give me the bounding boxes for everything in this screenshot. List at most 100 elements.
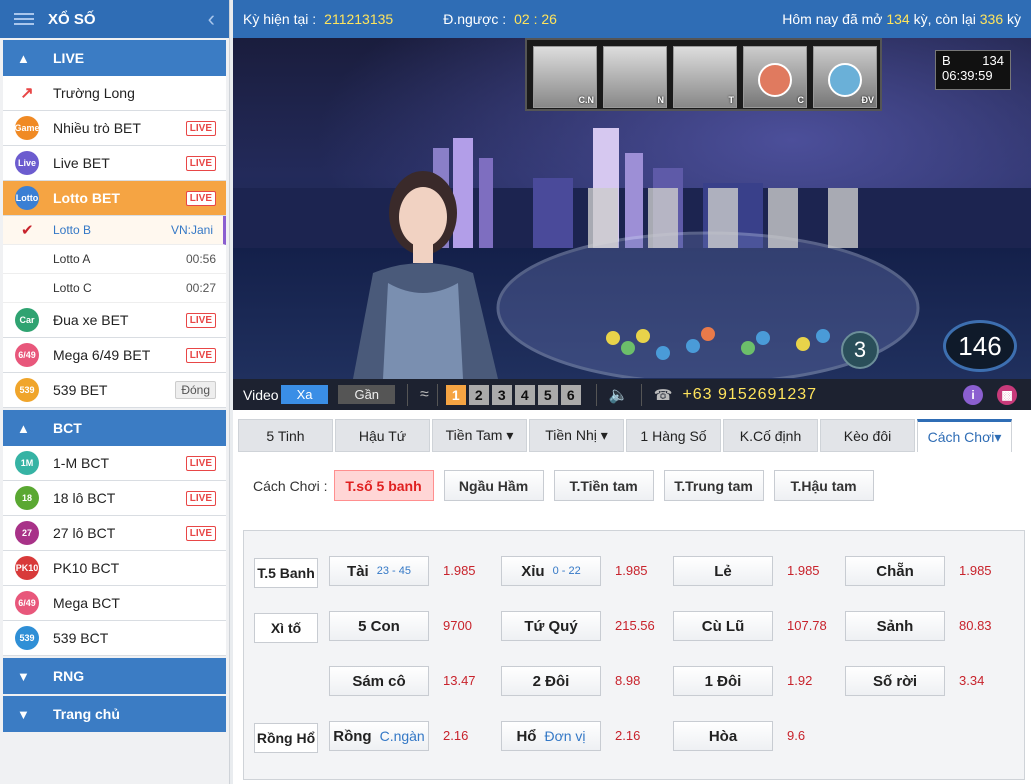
bet-range: 0 - 22 (552, 565, 581, 577)
sub-item-lotto-c[interactable]: Lotto C 00:27 (3, 274, 226, 303)
game-logo-icon: 6/49 (15, 343, 39, 367)
section-live[interactable]: ▲ LIVE (3, 40, 226, 76)
sidebar-item-1-m-bct[interactable]: 1M 1-M BCT LIVE (3, 446, 226, 481)
tab-3[interactable]: Tiền Nhị ▾ (529, 419, 624, 452)
bet-option-button[interactable]: Hòa (673, 721, 773, 751)
tube-label: C (797, 95, 805, 105)
bet-row-label[interactable]: Rồng Hổ (254, 723, 318, 753)
bet-row-label[interactable]: Xì tố (254, 613, 318, 643)
bet-option-button[interactable]: Tài 23 - 45 (329, 556, 429, 586)
bet-name: Cù Lũ (701, 617, 745, 635)
section-rng[interactable]: ▼ RNG (3, 658, 226, 694)
hamburger-menu-icon[interactable] (14, 13, 34, 25)
camera-4-button[interactable]: 4 (514, 384, 535, 405)
speaker-icon[interactable]: 🔈 (609, 385, 629, 405)
sidebar-item-tr-ng-long[interactable]: ↗ Trường Long (3, 76, 226, 111)
bet-odds: 9.6 (787, 728, 806, 743)
sidebar-item-27-l-bct[interactable]: 27 27 lô BCT LIVE (3, 516, 226, 551)
play-mode-button[interactable]: T.Hậu tam (773, 470, 874, 501)
stats-chart-icon[interactable]: ▩ (997, 384, 1017, 405)
sidebar-item-18-l-bct[interactable]: 18 18 lô BCT LIVE (3, 481, 226, 516)
bet-option-button[interactable]: Tứ Quý (501, 611, 601, 641)
play-mode-button[interactable]: T.số 5 banh (333, 470, 434, 501)
tab-4[interactable]: 1 Hàng Số (626, 419, 721, 452)
sidebar-item--ua-xe-bet[interactable]: Car Đua xe BET LIVE (3, 303, 226, 338)
view-far-button[interactable]: Xa (280, 385, 329, 404)
sidebar-item-lotto-bet[interactable]: Lotto Lotto BET LIVE (3, 181, 226, 216)
bet-odds: 9700 (443, 618, 472, 633)
tab-0[interactable]: 5 Tinh (238, 419, 333, 452)
game-logo-icon: 1M (15, 451, 39, 475)
sidebar-item-mega-6-49-bet[interactable]: 6/49 Mega 6/49 BET LIVE (3, 338, 226, 373)
bet-range: Đơn vị (544, 728, 586, 744)
closed-badge: Đóng (175, 381, 216, 399)
section-home[interactable]: ▼ Trang chủ (3, 696, 226, 732)
tube-label: C.N (578, 95, 595, 105)
bet-option-button[interactable]: Hổ Đơn vị (501, 721, 601, 751)
opened-count: 134 (886, 11, 910, 27)
tab-5[interactable]: K.Cố định (723, 419, 818, 452)
bet-option-button[interactable]: 5 Con (329, 611, 429, 641)
bet-option-button[interactable]: 2 Đôi (501, 666, 601, 696)
live-badge: LIVE (185, 155, 216, 171)
sidebar-item-nhi-u-tr-bet[interactable]: Game Nhiều trò BET LIVE (3, 111, 226, 146)
bet-option-button[interactable]: Xỉu 0 - 22 (501, 556, 601, 586)
sidebar-item-mega-bct[interactable]: 6/49 Mega BCT (3, 586, 226, 621)
tab-2[interactable]: Tiền Tam ▾ (432, 419, 527, 452)
collapse-chevron-icon[interactable]: ‹ (208, 6, 215, 32)
bet-odds: 1.985 (787, 563, 820, 578)
sub-item-lotto-b[interactable]: ✔ Lotto B VN:Jani (3, 216, 226, 245)
camera-1-button[interactable]: 1 (445, 384, 466, 405)
bet-name: Tứ Quý (524, 617, 578, 635)
draw-info-bar: Kỳ hiện tại : 211213135 Đ.ngược : 02 : 2… (233, 0, 1031, 38)
bet-name: Sám cô (352, 672, 406, 690)
bet-option-button[interactable]: Sảnh (845, 611, 945, 641)
sidebar-item-539-bet[interactable]: 539 539 BET Đóng (3, 373, 226, 408)
camera-2-button[interactable]: 2 (468, 384, 489, 405)
bet-panel: Cách Chơi : T.số 5 banh Ngầu Hầm T.Tiền ta… (233, 454, 1031, 784)
sub-item-time: VN:Jani (170, 223, 213, 237)
info-icon[interactable]: i (963, 384, 983, 405)
camera-5-button[interactable]: 5 (537, 384, 558, 405)
bet-option-button[interactable]: 1 Đôi (673, 666, 773, 696)
section-bct[interactable]: ▲ BCT (3, 410, 226, 446)
bet-option-button[interactable]: Rồng C.ngàn (329, 721, 429, 751)
play-mode-button[interactable]: T.Trung tam (663, 470, 764, 501)
sub-item-lotto-a[interactable]: Lotto A 00:56 (3, 245, 226, 274)
bet-odds: 107.78 (787, 618, 827, 633)
bet-name: 5 Con (358, 617, 400, 635)
phone-icon: ☎ (653, 386, 673, 404)
sidebar: XỔ SỐ ‹ ▲ LIVE ↗ Trường Long Game Nhiều trò … (0, 0, 230, 784)
sidebar-item-pk10-bct[interactable]: PK10 PK10 BCT (3, 551, 226, 586)
game-logo-icon: Lotto (15, 186, 39, 210)
view-near-button[interactable]: Gần (338, 385, 396, 404)
live-video[interactable]: C.N N T C ĐV B 134 06:39:59 3 146 (233, 38, 1031, 379)
bet-option-button[interactable]: Cù Lũ (673, 611, 773, 641)
chevron-down-icon: ▼ (17, 706, 30, 722)
bet-option-button[interactable]: Lẻ (673, 556, 773, 586)
bet-option-button[interactable]: Sám cô (329, 666, 429, 696)
tab-7[interactable]: Cách Chơi▾ (917, 419, 1012, 452)
sub-item-time: 00:27 (185, 281, 216, 295)
chevron-up-icon: ▲ (17, 420, 30, 436)
camera-3-button[interactable]: 3 (491, 384, 512, 405)
play-mode-button[interactable]: Ngầu Hầm (443, 470, 544, 501)
current-round-label: Kỳ hiện tại : (243, 11, 317, 27)
bet-option-button[interactable]: Chẵn (845, 556, 945, 586)
bet-odds: 8.98 (615, 673, 641, 688)
wifi-icon[interactable]: ≈ (420, 386, 429, 404)
play-mode-button[interactable]: T.Tiền tam (553, 470, 654, 501)
sidebar-item-label: 1-M BCT (53, 455, 109, 471)
sidebar-item-label: Đua xe BET (53, 312, 129, 328)
game-logo-icon: Car (15, 308, 39, 332)
sidebar-item-label: PK10 BCT (53, 560, 120, 576)
bet-option-button[interactable]: Số rời (845, 666, 945, 696)
game-logo-icon: 18 (15, 486, 39, 510)
tab-1[interactable]: Hậu Tứ (335, 419, 430, 452)
camera-6-button[interactable]: 6 (560, 384, 581, 405)
sidebar-item-live-bet[interactable]: Live Live BET LIVE (3, 146, 226, 181)
bet-row-label[interactable]: T.5 Banh (254, 558, 318, 588)
divider (436, 383, 438, 406)
tab-6[interactable]: Kèo đôi (820, 419, 915, 452)
sidebar-item-539-bct[interactable]: 539 539 BCT (3, 621, 226, 656)
